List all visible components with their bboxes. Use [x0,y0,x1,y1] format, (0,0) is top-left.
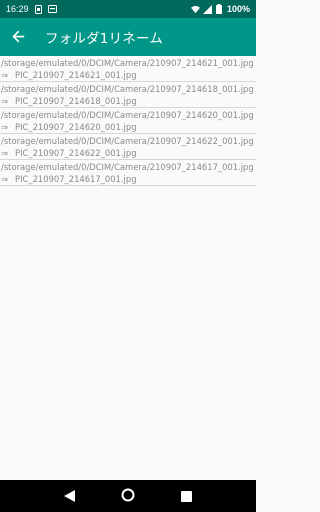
source-path: /storage/emulated/0/DCIM/Camera/210907_2… [1,58,254,68]
target-filename: PIC_210907_214621_001.jpg [15,70,137,80]
back-button[interactable] [0,18,36,56]
target-filename: PIC_210907_214617_001.jpg [15,174,137,184]
list-item[interactable]: /storage/emulated/0/DCIM/Camera/210907_2… [0,160,256,186]
list-item[interactable]: /storage/emulated/0/DCIM/Camera/210907_2… [0,108,256,134]
arrow-symbol: ⇒ [1,70,9,80]
list-item[interactable]: /storage/emulated/0/DCIM/Camera/210907_2… [0,134,256,160]
notification-app-icon [47,5,57,14]
battery-percentage: 100% [226,4,250,14]
nav-home-button[interactable] [118,486,138,506]
arrow-symbol: ⇒ [1,148,9,158]
signal-icon [202,4,212,14]
arrow-symbol: ⇒ [1,96,9,106]
arrow-symbol: ⇒ [1,122,9,132]
sim-card-icon [34,4,43,14]
target-filename: PIC_210907_214618_001.jpg [15,96,137,106]
page-title: フォルダ1リネーム [45,31,163,47]
recents-square-icon [181,487,193,506]
list-item[interactable]: /storage/emulated/0/DCIM/Camera/210907_2… [0,82,256,108]
nav-back-button[interactable] [59,486,79,506]
source-path: /storage/emulated/0/DCIM/Camera/210907_2… [1,84,254,94]
source-path: /storage/emulated/0/DCIM/Camera/210907_2… [1,136,254,146]
arrow-symbol: ⇒ [1,174,9,184]
status-time: 16:29 [6,4,29,14]
wifi-icon [190,5,200,14]
home-circle-icon [121,487,135,506]
battery-icon [215,4,224,14]
target-filename: PIC_210907_214620_001.jpg [15,122,137,132]
target-filename: PIC_210907_214622_001.jpg [15,148,137,158]
status-bar: 16:29 100% [0,0,256,18]
app-bar: フォルダ1リネーム [0,18,256,56]
list-item[interactable]: /storage/emulated/0/DCIM/Camera/210907_2… [0,56,256,82]
source-path: /storage/emulated/0/DCIM/Camera/210907_2… [1,162,254,172]
navigation-bar [0,480,256,512]
source-path: /storage/emulated/0/DCIM/Camera/210907_2… [1,110,254,120]
back-triangle-icon [63,487,75,506]
rename-list: /storage/emulated/0/DCIM/Camera/210907_2… [0,56,256,186]
nav-recents-button[interactable] [177,486,197,506]
arrow-back-icon [11,28,25,47]
